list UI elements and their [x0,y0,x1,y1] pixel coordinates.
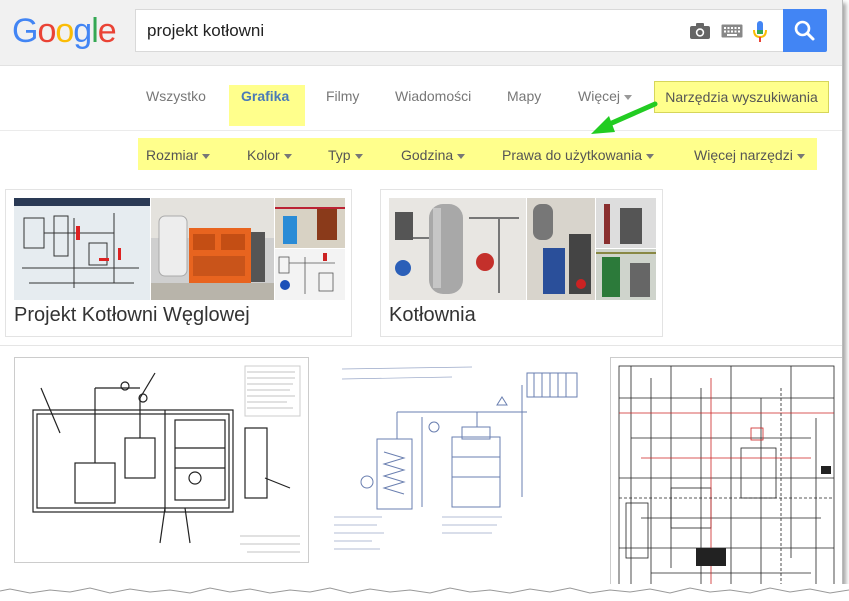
filter-typ[interactable]: Typ [328,147,363,163]
filter-rozmiar[interactable]: Rozmiar [146,147,211,163]
collection-thumbnail[interactable] [596,198,656,248]
boiler-room-plan-image [15,358,308,562]
schematic-image [14,198,150,300]
collection-thumbnail[interactable] [527,198,595,300]
boiler-photo-image [596,198,656,248]
collection-thumbnail[interactable] [389,198,526,300]
filter-prawa-label: Prawa do użytkowania [502,147,643,163]
filter-rozmiar-label: Rozmiar [146,147,199,163]
search-header: Google projekt kotłowni [0,0,842,66]
microphone-icon[interactable] [752,20,768,44]
tab-mapy[interactable]: Mapy [507,88,541,104]
search-tools-button[interactable]: Narzędzia wyszukiwania [654,81,829,113]
collection-card[interactable]: Kotłownia [380,189,663,337]
collection-thumbnail[interactable] [14,198,150,300]
logo-letter-g2: g [73,12,92,50]
chevron-down-icon [354,153,363,159]
boiler-room-photo-image [389,198,526,300]
filter-godzina-label: Godzina [401,147,454,163]
chevron-down-icon [796,153,805,159]
tab-filmy[interactable]: Filmy [326,88,359,104]
browser-frame: Google projekt kotłowni Wszystko Grafika… [0,0,843,590]
diagram-image [275,249,345,300]
filter-bar: Rozmiar Kolor Typ Godzina Prawa do użytk… [138,138,817,170]
annotation-arrow-icon [591,101,658,134]
filter-prawa[interactable]: Prawa do użytkowania [502,147,655,163]
filter-wiecej-narzedzi[interactable]: Więcej narzędzi [694,147,805,163]
image-result[interactable] [610,357,842,590]
image-result[interactable] [14,357,309,563]
logo-letter-o2: o [55,12,74,50]
collection-card[interactable]: Projekt Kotłowni Węglowej [5,189,352,337]
wiring-diagram-image [611,358,842,590]
collection-thumbnail[interactable] [151,198,274,300]
pipes-photo-image [275,198,345,248]
collection-title[interactable]: Kotłownia [389,304,476,327]
search-input[interactable]: projekt kotłowni [135,9,783,52]
collection-title[interactable]: Projekt Kotłowni Węglowej [14,304,250,327]
filter-typ-label: Typ [328,147,351,163]
torn-edge [0,584,849,601]
collection-thumbnail[interactable] [596,249,656,300]
filter-godzina[interactable]: Godzina [401,147,466,163]
image-result[interactable] [322,357,597,563]
filter-kolor-label: Kolor [247,147,280,163]
tab-wiadomosci[interactable]: Wiadomości [395,88,471,104]
google-logo[interactable]: Google [12,12,117,51]
tab-grafika[interactable]: Grafika [241,88,289,104]
collection-thumbnail[interactable] [275,249,345,300]
keyboard-icon[interactable] [721,24,743,38]
search-query-text[interactable]: projekt kotłowni [147,21,264,41]
logo-letter-e: e [97,12,117,50]
boiler-photo-image [527,198,595,300]
pipes-photo-image [596,249,656,300]
divider [0,345,842,346]
chevron-down-icon [202,153,211,159]
filter-kolor[interactable]: Kolor [247,147,292,163]
logo-letter-g: G [12,12,38,50]
chevron-down-icon [457,153,466,159]
camera-icon[interactable] [689,22,711,40]
tab-wszystko[interactable]: Wszystko [146,88,206,104]
heating-schema-image [322,357,597,563]
chevron-down-icon [283,153,292,159]
logo-letter-o1: o [37,12,56,50]
chevron-down-icon [646,153,655,159]
collection-thumbnail[interactable] [275,198,345,248]
search-tabs: Wszystko Grafika Filmy Wiadomości Mapy W… [0,66,842,131]
search-button[interactable] [783,9,827,52]
search-icon [794,20,815,41]
filter-wiecej-label: Więcej narzędzi [694,147,793,163]
boiler-photo-image [151,198,274,300]
